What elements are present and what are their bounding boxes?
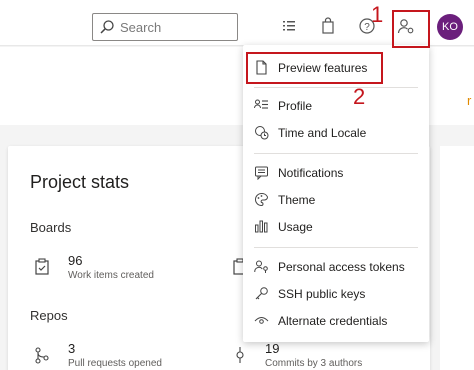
menu-item-label: Personal access tokens	[278, 260, 405, 274]
menu-item-label: Time and Locale	[278, 126, 367, 140]
notification-icon	[255, 166, 268, 180]
pull-requests-count: 3	[68, 341, 76, 356]
profile-icon	[254, 99, 268, 109]
boards-section-label: Boards	[30, 220, 72, 235]
svg-text:?: ?	[364, 22, 370, 33]
list-icon[interactable]	[277, 14, 301, 38]
side-card	[440, 146, 474, 370]
callout-number-2: 2	[353, 84, 366, 109]
work-item-icon	[35, 258, 49, 275]
highlight-box-user-settings	[392, 10, 430, 48]
callout-number-1: 1	[371, 2, 384, 27]
menu-divider	[254, 153, 418, 154]
usage-icon	[255, 220, 268, 233]
user-settings-menu: Preview features Profile Time and Locale…	[243, 45, 429, 342]
shopping-bag-icon[interactable]	[316, 14, 340, 38]
work-items-caption: Work items created	[68, 270, 154, 281]
repos-section-label: Repos	[30, 308, 68, 323]
search-icon	[100, 20, 114, 34]
pull-requests-caption: Pull requests opened	[68, 358, 162, 369]
menu-item-ssh-public-keys[interactable]: SSH public keys	[243, 281, 429, 307]
menu-item-usage[interactable]: Usage	[243, 214, 429, 240]
menu-item-time-and-locale[interactable]: Time and Locale	[243, 120, 429, 146]
globe-clock-icon	[255, 126, 269, 140]
menu-divider	[254, 87, 418, 88]
avatar[interactable]: KO	[437, 14, 463, 40]
menu-item-theme[interactable]: Theme	[243, 187, 429, 213]
commits-count: 19	[265, 341, 280, 356]
menu-item-label: SSH public keys	[278, 287, 366, 301]
menu-item-personal-access-tokens[interactable]: Personal access tokens	[243, 254, 429, 280]
menu-item-label: Alternate credentials	[278, 314, 388, 328]
work-items-count: 96	[68, 253, 83, 268]
key-icon	[255, 287, 268, 300]
search-box[interactable]: Search	[92, 13, 238, 41]
pull-request-icon	[35, 347, 49, 364]
menu-item-label: Usage	[278, 220, 313, 234]
menu-item-label: Notifications	[278, 166, 344, 180]
menu-divider	[254, 247, 418, 248]
menu-item-label: Theme	[278, 193, 316, 207]
menu-item-profile[interactable]: Profile	[243, 93, 429, 119]
orange-fragment: r	[467, 93, 472, 107]
palette-icon	[255, 193, 269, 207]
menu-item-alternate-credentials[interactable]: Alternate credentials	[243, 308, 429, 334]
highlight-box-preview-features	[246, 52, 383, 84]
search-input[interactable]: Search	[120, 20, 161, 35]
menu-item-label: Profile	[278, 99, 313, 113]
token-icon	[254, 260, 268, 273]
commit-icon	[236, 347, 244, 363]
eye-icon	[254, 317, 269, 324]
commits-caption: Commits by 3 authors	[265, 358, 363, 369]
menu-item-notifications[interactable]: Notifications	[243, 160, 429, 186]
page-title: Project stats	[30, 172, 130, 192]
